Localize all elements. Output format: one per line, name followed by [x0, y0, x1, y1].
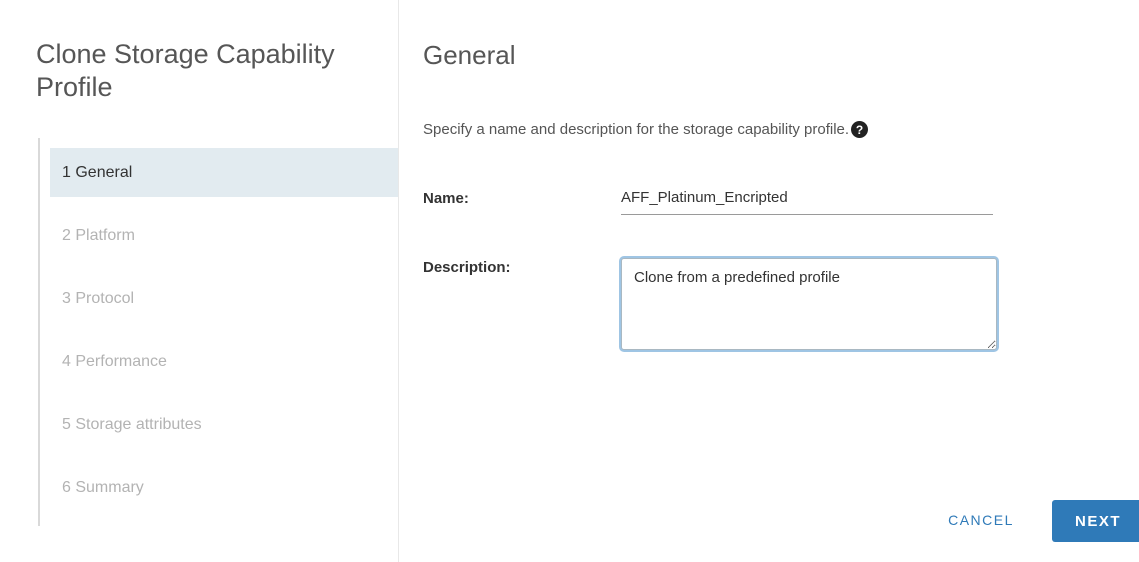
instruction-row: Specify a name and description for the s… [423, 121, 869, 138]
wizard-step-list: 1 General 2 Platform 3 Protocol 4 Perfor… [50, 148, 398, 526]
step-platform[interactable]: 2 Platform [50, 211, 398, 260]
step-rail [38, 138, 40, 526]
next-button[interactable]: NEXT [1052, 500, 1139, 542]
wizard-content: General Specify a name and description f… [399, 0, 1139, 562]
wizard-title: Clone Storage Capability Profile [36, 39, 335, 102]
step-storage-attributes[interactable]: 5 Storage attributes [50, 400, 398, 449]
step-performance[interactable]: 4 Performance [50, 337, 398, 386]
wizard-sidebar: Clone Storage Capability Profile 1 Gener… [0, 0, 399, 562]
instruction-text: Specify a name and description for the s… [423, 121, 850, 138]
name-label: Name: [423, 190, 469, 207]
clone-profile-wizard: Clone Storage Capability Profile 1 Gener… [0, 0, 1139, 562]
step-summary[interactable]: 6 Summary [50, 463, 398, 512]
name-input[interactable] [621, 180, 993, 215]
cancel-button[interactable]: CANCEL [921, 500, 1041, 540]
step-general[interactable]: 1 General [50, 148, 398, 197]
page-title: General [423, 40, 516, 70]
help-icon[interactable]: ? [851, 121, 869, 138]
description-label: Description: [423, 259, 511, 276]
step-protocol[interactable]: 3 Protocol [50, 274, 398, 323]
description-textarea[interactable]: Clone from a predefined profile [621, 258, 997, 350]
